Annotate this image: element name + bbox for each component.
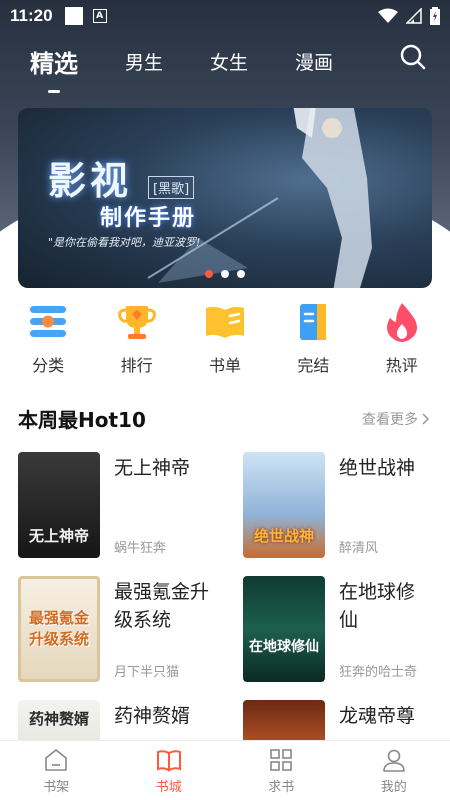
- section-title: 本周最Hot10: [18, 408, 146, 432]
- see-more-link[interactable]: 查看更多: [362, 409, 432, 429]
- book-cover: 最强氪金升级系统: [18, 576, 100, 682]
- category-item-ranking[interactable]: 排行: [97, 300, 177, 380]
- request-grid-icon: [270, 748, 293, 771]
- book-cover: 在地球修仙: [243, 576, 325, 682]
- book-author: 月下半只猫: [114, 665, 180, 680]
- battery-icon: [430, 7, 440, 25]
- carousel-dot[interactable]: [221, 270, 229, 278]
- book-card[interactable]: 无上神帝 无上神帝 蜗牛狂奔: [18, 452, 243, 558]
- tab-male[interactable]: 男生: [125, 48, 163, 75]
- status-bar: 11:20 A: [0, 0, 450, 32]
- chevron-right-icon: [422, 412, 430, 425]
- finished-book-icon: [300, 304, 327, 340]
- status-time: 11:20: [10, 6, 53, 25]
- book-list-icon: [205, 306, 244, 338]
- banner-quote: "是你在偷看我对吧，迪亚波罗!: [48, 236, 201, 249]
- book-author: 醉清风: [339, 541, 379, 556]
- book-title: 无上神帝: [114, 457, 191, 479]
- tab-female[interactable]: 女生: [210, 48, 248, 75]
- notification-square-icon: [64, 7, 83, 25]
- banner-subtitle: 制作手册: [100, 206, 197, 231]
- hot10-section-header: 本周最Hot10 查看更多: [18, 404, 432, 433]
- cover-title: 无上神帝: [28, 527, 89, 545]
- book-card[interactable]: 药神赘婿 药神赘婿: [18, 700, 243, 740]
- book-card[interactable]: 最强氪金升级系统 最强氪金升级系统 月下半只猫: [18, 576, 243, 682]
- book-title: 龙魂帝尊: [339, 705, 416, 727]
- bottom-nav: 书架 书城 求书 我的: [0, 740, 450, 800]
- book-card[interactable]: 在地球修仙 在地球修仙 狂奔的哈士奇: [243, 576, 432, 682]
- carousel-dot[interactable]: [205, 270, 213, 278]
- book-title: 在地球修仙: [339, 581, 416, 631]
- book-cover: [243, 700, 325, 740]
- banner-figure-illustration: [293, 108, 372, 288]
- signal-icon: [406, 8, 422, 24]
- nav-label: 求书: [268, 779, 295, 795]
- top-tabs: 精选 男生 女生 漫画: [0, 32, 450, 93]
- book-card[interactable]: 龙魂帝尊: [243, 700, 432, 740]
- category-item-hot-reviews[interactable]: 热评: [362, 300, 442, 380]
- cover-title: 绝世战神: [253, 527, 314, 545]
- bookshelf-icon: [45, 748, 68, 771]
- category-label: 热评: [385, 356, 418, 375]
- banner-tag: [黑歌]: [148, 176, 195, 199]
- status-right-icons: [378, 7, 440, 25]
- book-title: 药神赘婿: [114, 705, 191, 727]
- search-icon[interactable]: [398, 42, 428, 72]
- hot-books-grid: 无上神帝 无上神帝 蜗牛狂奔 绝世战神 绝世战神 醉清风 最强氪金升级系统 最强…: [18, 452, 432, 740]
- book-title: 绝世战神: [339, 457, 416, 479]
- nav-profile[interactable]: 我的: [338, 741, 450, 800]
- wifi-icon: [378, 8, 398, 23]
- profile-icon: [382, 749, 405, 772]
- nav-label: 我的: [380, 779, 407, 795]
- book-card[interactable]: 绝世战神 绝世战神 醉清风: [243, 452, 432, 558]
- tab-comics[interactable]: 漫画: [295, 48, 333, 75]
- cover-title: 在地球修仙: [249, 639, 319, 655]
- category-label: 分类: [32, 356, 65, 375]
- category-icon: [30, 306, 67, 337]
- tab-featured[interactable]: 精选: [30, 44, 78, 93]
- book-author: 狂奔的哈士奇: [339, 665, 418, 680]
- see-more-label: 查看更多: [362, 411, 418, 428]
- category-label: 书单: [208, 356, 241, 375]
- book-title: 最强氪金升级系统: [114, 581, 210, 631]
- book-author: 蜗牛狂奔: [114, 541, 167, 556]
- nav-label: 书城: [155, 779, 182, 795]
- book-cover: 无上神帝: [18, 452, 100, 558]
- cover-title: 最强氪金升级系统: [28, 609, 89, 648]
- nav-bookshelf[interactable]: 书架: [0, 741, 113, 800]
- nav-bookstore[interactable]: 书城: [113, 741, 226, 800]
- trophy-icon: [117, 306, 156, 339]
- promo-banner[interactable]: 影视 [黑歌] 制作手册 "是你在偷看我对吧，迪亚波罗!: [18, 108, 432, 288]
- category-row: 分类 排行 书单 完结 热评: [0, 300, 450, 380]
- carousel-dot[interactable]: [237, 270, 245, 278]
- carousel-dots: [18, 270, 432, 278]
- banner-title: 影视: [48, 158, 133, 203]
- notification-a-icon: A: [92, 9, 107, 23]
- book-cover: 绝世战神: [243, 452, 325, 558]
- nav-request[interactable]: 求书: [225, 741, 338, 800]
- category-label: 完结: [297, 356, 330, 375]
- cover-title: 药神赘婿: [28, 710, 89, 728]
- category-label: 排行: [120, 356, 153, 375]
- nav-label: 书架: [43, 779, 70, 795]
- flame-icon: [386, 303, 417, 342]
- book-cover: 药神赘婿: [18, 700, 100, 740]
- category-item-booklist[interactable]: 书单: [185, 300, 265, 380]
- category-item-finished[interactable]: 完结: [273, 300, 353, 380]
- category-item-classify[interactable]: 分类: [8, 300, 88, 380]
- bookstore-icon: [156, 749, 181, 772]
